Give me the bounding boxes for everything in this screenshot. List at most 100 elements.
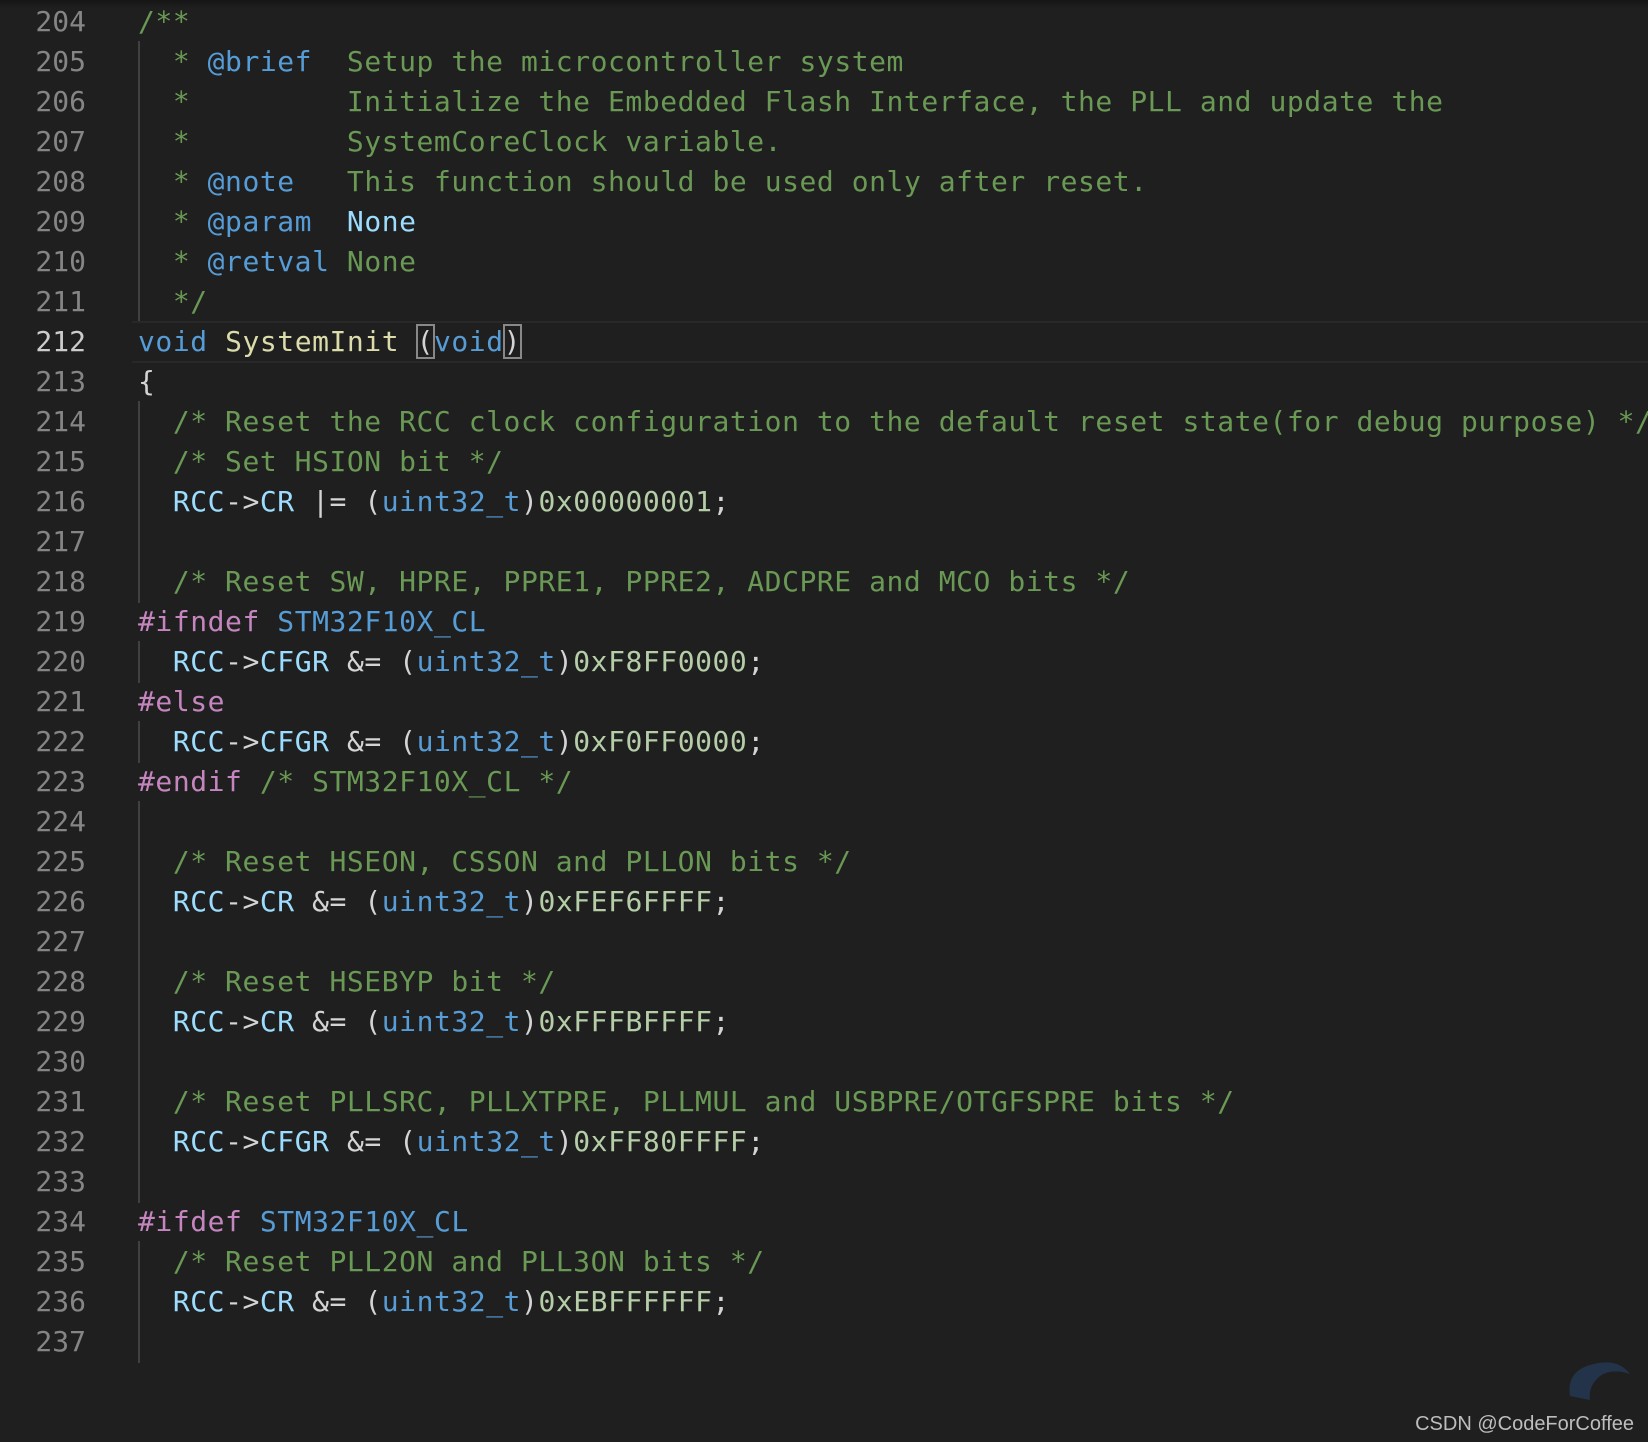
line-number[interactable]: 231	[0, 1086, 86, 1118]
code-line[interactable]: 234 #ifdef STM32F10X_CL	[0, 1201, 1648, 1243]
code-line[interactable]: 213 {	[0, 361, 1648, 403]
code-line[interactable]: 232 RCC->CFGR &= (uint32_t)0xFF80FFFF;	[0, 1121, 1648, 1163]
code-text[interactable]: RCC->CFGR &= (uint32_t)0xF8FF0000;	[138, 646, 765, 678]
line-number[interactable]: 218	[0, 566, 86, 598]
code-text[interactable]: RCC->CFGR &= (uint32_t)0xF0FF0000;	[138, 726, 765, 758]
code-text[interactable]: * @note This function should be used onl…	[138, 166, 1148, 198]
code-line[interactable]: 217	[0, 521, 1648, 563]
code-line[interactable]: 237	[0, 1321, 1648, 1363]
line-number[interactable]: 219	[0, 606, 86, 638]
line-number[interactable]: 222	[0, 726, 86, 758]
line-number[interactable]: 216	[0, 486, 86, 518]
code-token-comment: Setup the microcontroller system	[312, 45, 904, 78]
code-line[interactable]: 205 * @brief Setup the microcontroller s…	[0, 41, 1648, 83]
line-number[interactable]: 228	[0, 966, 86, 998]
code-line[interactable]: 223 #endif /* STM32F10X_CL */	[0, 761, 1648, 803]
code-line[interactable]: 222 RCC->CFGR &= (uint32_t)0xF0FF0000;	[0, 721, 1648, 763]
code-text[interactable]: * SystemCoreClock variable.	[138, 126, 782, 158]
line-number[interactable]: 225	[0, 846, 86, 878]
code-line[interactable]: 210 * @retval None	[0, 241, 1648, 283]
code-text[interactable]: * @param None	[138, 206, 417, 238]
code-line[interactable]: 212 void SystemInit (void)	[0, 321, 1648, 363]
code-line[interactable]: 229 RCC->CR &= (uint32_t)0xFFFBFFFF;	[0, 1001, 1648, 1043]
code-text[interactable]: #else	[138, 686, 225, 718]
code-line[interactable]: 230	[0, 1041, 1648, 1083]
line-number[interactable]: 223	[0, 766, 86, 798]
line-number[interactable]: 237	[0, 1326, 86, 1358]
code-line[interactable]: 216 RCC->CR |= (uint32_t)0x00000001;	[0, 481, 1648, 523]
code-text[interactable]: /* Reset HSEON, CSSON and PLLON bits */	[138, 846, 852, 878]
code-text[interactable]: * @brief Setup the microcontroller syste…	[138, 46, 904, 78]
line-number[interactable]: 232	[0, 1126, 86, 1158]
code-text[interactable]: #ifndef STM32F10X_CL	[138, 606, 486, 638]
code-line[interactable]: 233	[0, 1161, 1648, 1203]
code-line[interactable]: 227	[0, 921, 1648, 963]
code-text[interactable]: RCC->CR |= (uint32_t)0x00000001;	[138, 486, 730, 518]
code-text[interactable]: RCC->CR &= (uint32_t)0xFEF6FFFF;	[138, 886, 730, 918]
line-number[interactable]: 206	[0, 86, 86, 118]
code-line[interactable]: 215 /* Set HSION bit */	[0, 441, 1648, 483]
line-number[interactable]: 220	[0, 646, 86, 678]
code-text[interactable]: /* Reset HSEBYP bit */	[138, 966, 556, 998]
code-text[interactable]: RCC->CR &= (uint32_t)0xEBFFFFFF;	[138, 1286, 730, 1318]
code-line[interactable]: 206 * Initialize the Embedded Flash Inte…	[0, 81, 1648, 123]
code-line[interactable]: 220 RCC->CFGR &= (uint32_t)0xF8FF0000;	[0, 641, 1648, 683]
line-number[interactable]: 236	[0, 1286, 86, 1318]
code-text[interactable]: * Initialize the Embedded Flash Interfac…	[138, 86, 1444, 118]
code-text[interactable]: RCC->CFGR &= (uint32_t)0xFF80FFFF;	[138, 1126, 765, 1158]
line-number[interactable]: 211	[0, 286, 86, 318]
code-line[interactable]: 207 * SystemCoreClock variable.	[0, 121, 1648, 163]
line-number[interactable]: 233	[0, 1166, 86, 1198]
line-number[interactable]: 226	[0, 886, 86, 918]
line-number[interactable]: 217	[0, 526, 86, 558]
code-line[interactable]: 204 /**	[0, 1, 1648, 43]
line-number[interactable]: 210	[0, 246, 86, 278]
line-number[interactable]: 214	[0, 406, 86, 438]
code-line[interactable]: 225 /* Reset HSEON, CSSON and PLLON bits…	[0, 841, 1648, 883]
code-line[interactable]: 236 RCC->CR &= (uint32_t)0xEBFFFFFF;	[0, 1281, 1648, 1323]
code-text[interactable]: * @retval None	[138, 246, 417, 278]
code-token-var: CR	[259, 1285, 295, 1318]
line-number[interactable]: 212	[0, 326, 86, 358]
line-number[interactable]: 209	[0, 206, 86, 238]
line-number[interactable]: 207	[0, 126, 86, 158]
code-text[interactable]: #ifdef STM32F10X_CL	[138, 1206, 469, 1238]
line-number[interactable]: 204	[0, 6, 86, 38]
code-line[interactable]: 231 /* Reset PLLSRC, PLLXTPRE, PLLMUL an…	[0, 1081, 1648, 1123]
code-text[interactable]: /* Set HSION bit */	[138, 446, 504, 478]
code-text[interactable]: RCC->CR &= (uint32_t)0xFFFBFFFF;	[138, 1006, 730, 1038]
code-text[interactable]: /* Reset SW, HPRE, PPRE1, PPRE2, ADCPRE …	[138, 566, 1130, 598]
code-line[interactable]: 221 #else	[0, 681, 1648, 723]
code-text[interactable]: /* Reset PLL2ON and PLL3ON bits */	[138, 1246, 765, 1278]
line-number[interactable]: 230	[0, 1046, 86, 1078]
code-text[interactable]: */	[138, 286, 208, 318]
line-number[interactable]: 221	[0, 686, 86, 718]
code-line[interactable]: 219 #ifndef STM32F10X_CL	[0, 601, 1648, 643]
code-line[interactable]: 211 */	[0, 281, 1648, 323]
line-number[interactable]: 215	[0, 446, 86, 478]
code-line[interactable]: 224	[0, 801, 1648, 843]
code-editor[interactable]: 204/** 205 * @brief Setup the microcontro…	[0, 0, 1648, 1442]
code-text[interactable]: void SystemInit (void)	[138, 324, 523, 359]
line-number[interactable]: 227	[0, 926, 86, 958]
code-text[interactable]: {	[138, 366, 155, 398]
line-number[interactable]: 234	[0, 1206, 86, 1238]
code-line[interactable]: 209 * @param None	[0, 201, 1648, 243]
line-number[interactable]: 213	[0, 366, 86, 398]
line-number[interactable]: 224	[0, 806, 86, 838]
code-line[interactable]: 235 /* Reset PLL2ON and PLL3ON bits */	[0, 1241, 1648, 1283]
line-number[interactable]: 229	[0, 1006, 86, 1038]
code-token-var: RCC	[172, 885, 226, 918]
code-line[interactable]: 228 /* Reset HSEBYP bit */	[0, 961, 1648, 1003]
code-line[interactable]: 208 * @note This function should be used…	[0, 161, 1648, 203]
code-text[interactable]: #endif /* STM32F10X_CL */	[138, 766, 573, 798]
line-number[interactable]: 235	[0, 1246, 86, 1278]
code-line[interactable]: 226 RCC->CR &= (uint32_t)0xFEF6FFFF;	[0, 881, 1648, 923]
code-text[interactable]: /**	[138, 6, 190, 38]
code-text[interactable]: /* Reset the RCC clock configuration to …	[138, 406, 1648, 438]
line-number[interactable]: 205	[0, 46, 86, 78]
code-line[interactable]: 214 /* Reset the RCC clock configuration…	[0, 401, 1648, 443]
code-line[interactable]: 218 /* Reset SW, HPRE, PPRE1, PPRE2, ADC…	[0, 561, 1648, 603]
line-number[interactable]: 208	[0, 166, 86, 198]
code-text[interactable]: /* Reset PLLSRC, PLLXTPRE, PLLMUL and US…	[138, 1086, 1235, 1118]
